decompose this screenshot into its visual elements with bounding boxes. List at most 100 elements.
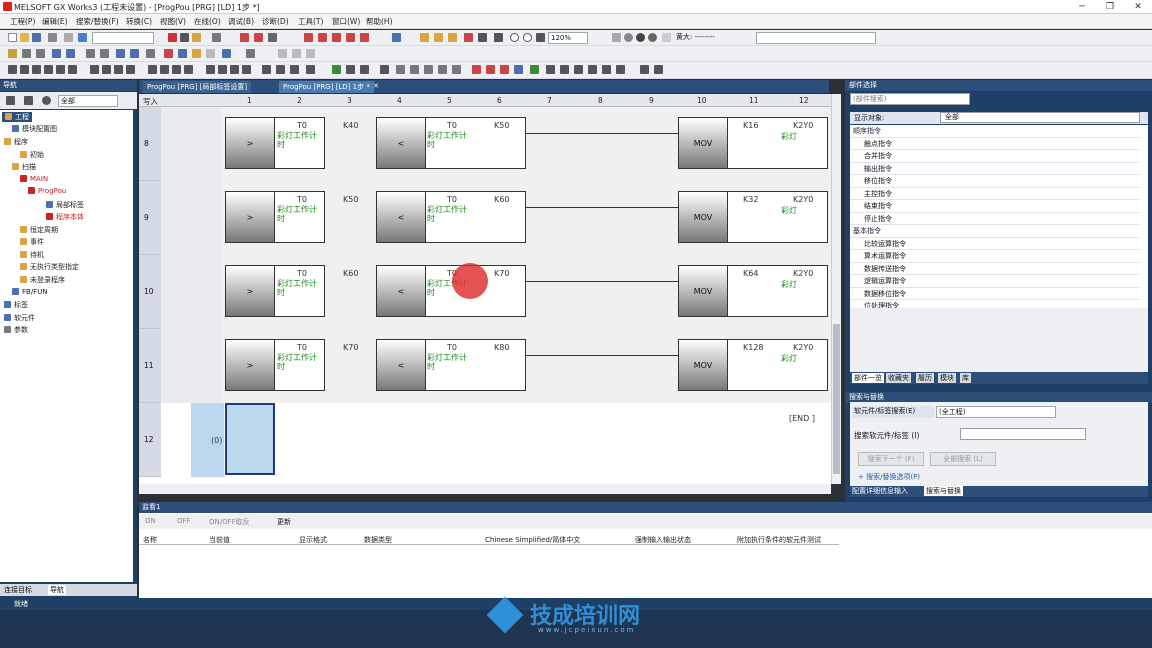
menu-tools[interactable]: 工具(T)	[298, 16, 323, 27]
device-comment-select[interactable]	[756, 32, 876, 44]
st-icon[interactable]	[178, 49, 187, 58]
gear-icon[interactable]	[42, 96, 51, 105]
statement-icon[interactable]	[276, 65, 285, 74]
tree-unregistered[interactable]: 未登录程序	[20, 275, 65, 285]
buffer-icon[interactable]	[494, 33, 503, 42]
lt-operator[interactable]: <	[376, 265, 426, 317]
monitor-icon[interactable]	[346, 33, 355, 42]
green-check-icon[interactable]	[332, 65, 341, 74]
write-plc-icon[interactable]	[304, 33, 313, 42]
menu-edit[interactable]: 编辑(E)	[42, 16, 68, 27]
paste-icon[interactable]	[192, 33, 201, 42]
tool-h-icon[interactable]	[654, 65, 663, 74]
device-list-icon[interactable]	[66, 49, 75, 58]
stop-icon[interactable]	[448, 33, 457, 42]
zoom-out-icon[interactable]	[523, 33, 532, 42]
falling-branch-icon[interactable]	[126, 65, 135, 74]
trace-icon[interactable]	[464, 33, 473, 42]
editor-vertical-scrollbar[interactable]	[831, 94, 841, 484]
invert-icon[interactable]	[148, 65, 157, 74]
parts-item[interactable]: 停止指令	[850, 213, 1140, 225]
menu-help[interactable]: 帮助(H)	[366, 16, 393, 27]
mode-icon[interactable]	[612, 33, 621, 42]
search-field-input[interactable]	[960, 428, 1086, 440]
row-number[interactable]: 11	[139, 329, 161, 403]
tree-labels[interactable]: 标签	[4, 300, 28, 310]
read-plc-icon[interactable]	[318, 33, 327, 42]
copy-icon[interactable]	[180, 33, 189, 42]
parts-item[interactable]: 逻辑运算指令	[850, 275, 1140, 288]
watch-toggle-button[interactable]: ON/OFF取反	[209, 517, 250, 527]
tab-ladder[interactable]: ProgPou [PRG] [LD] 1步 *	[279, 81, 374, 93]
menu-view[interactable]: 视图(V)	[160, 16, 186, 27]
monitor-watch-icon[interactable]	[222, 49, 231, 58]
parts-item[interactable]: 输出指令	[850, 163, 1140, 175]
menu-online[interactable]: 在线(O)	[194, 16, 221, 27]
watch-off-button[interactable]: OFF	[177, 517, 191, 525]
mov-instruction[interactable]: MOV	[678, 117, 728, 169]
menu-project[interactable]: 工程(P)	[10, 16, 35, 27]
ladder-tool-icon[interactable]	[8, 49, 17, 58]
tree-parameters[interactable]: 参数	[4, 325, 28, 335]
tab-navigation[interactable]: 导航	[48, 585, 66, 595]
menu-window[interactable]: 窗口(W)	[332, 16, 360, 27]
draw-line-icon[interactable]	[230, 65, 239, 74]
search-type-select[interactable]: 软元件/标签搜索(E)	[852, 406, 934, 418]
tree-scan[interactable]: 扫描	[12, 162, 36, 172]
tool-c-icon[interactable]	[574, 65, 583, 74]
search-next-button[interactable]: 搜索下一个 (F)	[858, 452, 924, 466]
green2-icon[interactable]	[530, 65, 539, 74]
watch-update-button[interactable]: 更新	[277, 517, 291, 527]
tree-fb-fun[interactable]: FB/FUN	[12, 288, 48, 296]
tab-search-replace[interactable]: 搜索与替换	[924, 486, 963, 496]
convert-all-icon[interactable]	[254, 33, 263, 42]
alias-icon[interactable]	[452, 65, 461, 74]
note-icon[interactable]	[290, 65, 299, 74]
fbd-icon[interactable]	[192, 49, 201, 58]
close-icon[interactable]: ✕	[1124, 0, 1152, 14]
history-icon[interactable]	[662, 33, 671, 42]
zoom-in-icon[interactable]	[510, 33, 519, 42]
tab-module[interactable]: 模块	[938, 373, 956, 383]
open-contact-icon[interactable]	[8, 65, 17, 74]
parts-item[interactable]: 合并指令	[850, 150, 1140, 163]
gt-operator[interactable]: >	[225, 265, 275, 317]
merge-icon[interactable]	[306, 49, 315, 58]
instruction-icon[interactable]	[68, 65, 77, 74]
mov-instruction[interactable]: MOV	[678, 339, 728, 391]
layout-icon[interactable]	[246, 49, 255, 58]
tree-event[interactable]: 事件	[20, 237, 44, 247]
comment-icon[interactable]	[262, 65, 271, 74]
delete-hline-icon[interactable]	[206, 65, 215, 74]
tree-program[interactable]: 程序	[4, 137, 28, 147]
pointer-icon[interactable]	[306, 65, 315, 74]
nav-sort-icon[interactable]	[24, 96, 33, 105]
hline-icon[interactable]	[172, 65, 181, 74]
row-number[interactable]: 8	[139, 107, 161, 181]
split-icon[interactable]	[292, 49, 301, 58]
grid-icon[interactable]	[278, 49, 287, 58]
verify-plc-icon[interactable]	[332, 33, 341, 42]
comment-display-icon[interactable]	[438, 65, 447, 74]
parts-category[interactable]: 顺序指令	[850, 125, 1140, 138]
tree-local-labels[interactable]: 局部标签	[46, 200, 84, 210]
new-icon[interactable]	[8, 33, 17, 42]
watch-icon[interactable]	[116, 49, 125, 58]
device-batch-icon[interactable]	[478, 33, 487, 42]
row-number[interactable]: 9	[139, 181, 161, 255]
online-edit-icon[interactable]	[420, 33, 429, 42]
tool-f-icon[interactable]	[616, 65, 625, 74]
red3-icon[interactable]	[500, 65, 509, 74]
save-icon[interactable]	[32, 33, 41, 42]
menu-convert[interactable]: 转换(C)	[126, 16, 152, 27]
tree-no-exec-type[interactable]: 无执行类型指定	[20, 262, 79, 272]
coil-icon[interactable]	[56, 65, 65, 74]
open-icon[interactable]	[20, 33, 29, 42]
monitor-stop-icon[interactable]	[360, 33, 369, 42]
close-tab-icon[interactable]: ✕	[369, 81, 383, 93]
rising-edge-icon[interactable]	[90, 65, 99, 74]
target-dropdown[interactable]	[92, 32, 154, 44]
parts-item[interactable]: 移位指令	[850, 175, 1140, 188]
bookmark-icon[interactable]	[360, 65, 369, 74]
lt-operator[interactable]: <	[376, 191, 426, 243]
